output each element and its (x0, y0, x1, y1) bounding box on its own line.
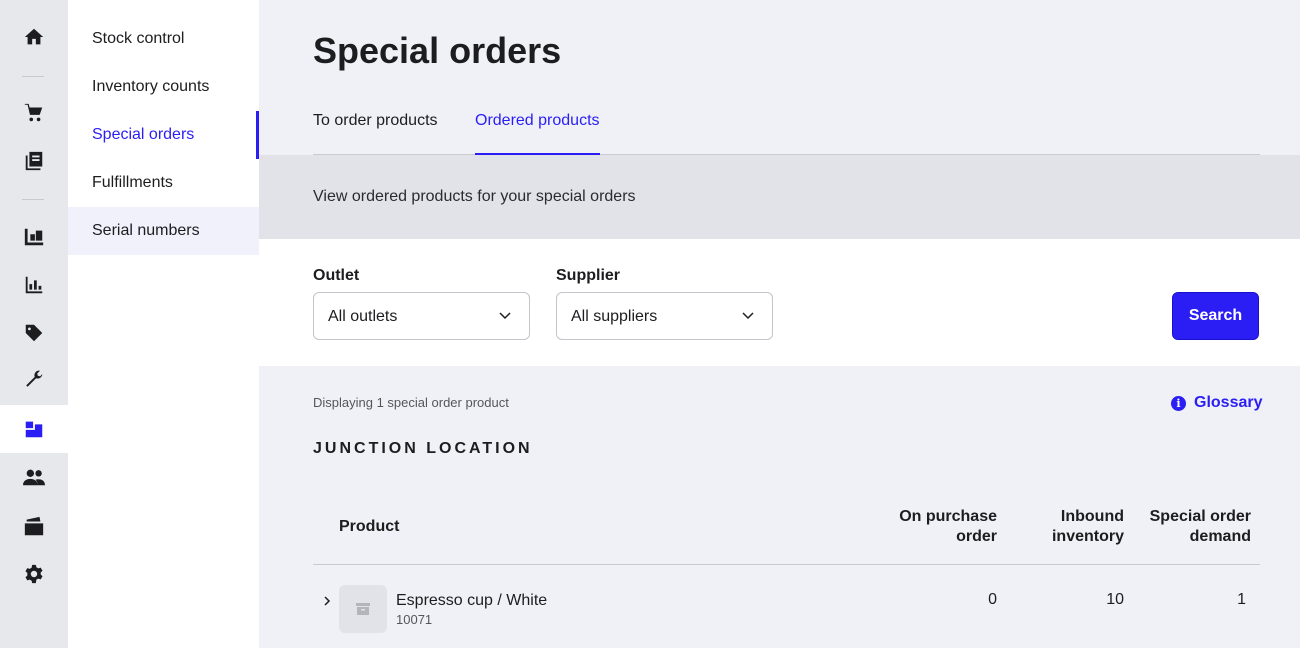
wrench-icon (26, 370, 43, 387)
inventory-icon (24, 228, 44, 246)
tab-ordered-products[interactable]: Ordered products (475, 112, 600, 156)
main-content: Special orders To order products Ordered… (259, 0, 1300, 648)
rail-item-home[interactable] (0, 13, 68, 61)
boxes-icon (25, 421, 43, 438)
cart-icon (24, 103, 43, 122)
rail-item-payments[interactable] (0, 503, 68, 551)
page-title: Special orders (313, 30, 562, 71)
tab-bar: To order products Ordered products (313, 112, 1260, 156)
rail-item-sell[interactable] (0, 89, 68, 137)
glossary-link[interactable]: i Glossary (1171, 393, 1262, 413)
outlet-label: Outlet (313, 267, 360, 284)
header-inbound-inventory: Inbound inventory (1052, 507, 1124, 547)
subnav-item-fulfillments[interactable]: Fulfillments (68, 159, 259, 207)
supplier-select-value: All suppliers (571, 308, 658, 325)
header-on-purchase-order-line1: On purchase (899, 508, 997, 525)
wallet-icon (24, 516, 44, 536)
filter-panel: Outlet All outlets Supplier All supplier… (259, 239, 1300, 366)
home-icon (24, 28, 44, 45)
settings-icon (25, 564, 43, 584)
header-special-order-demand: Special order demand (1150, 507, 1251, 547)
rail-item-inventory[interactable] (0, 213, 68, 261)
header-on-purchase-order-line2: order (956, 528, 997, 545)
table-header: Product On purchase order Inbound invent… (313, 492, 1260, 565)
results-count: Displaying 1 special order product (313, 395, 509, 410)
rail-item-settings[interactable] (0, 550, 68, 598)
register-icon (25, 151, 43, 171)
tag-icon (25, 324, 43, 342)
product-thumbnail (339, 585, 387, 633)
icon-rail (0, 0, 68, 648)
header-product: Product (339, 518, 400, 535)
header-inbound-inventory-line1: Inbound (1060, 508, 1124, 525)
table-row: Espresso cup / White 10071 0 10 1 (313, 565, 1260, 648)
customers-icon (23, 469, 45, 486)
reports-icon (25, 276, 43, 294)
supplier-select[interactable]: All suppliers (556, 292, 773, 340)
info-icon: i (1171, 395, 1186, 411)
supplier-label: Supplier (556, 267, 621, 284)
description-banner: View ordered products for your special o… (259, 155, 1300, 239)
rail-item-products[interactable] (0, 405, 68, 453)
rail-item-register[interactable] (0, 137, 68, 185)
chevron-down-icon (742, 312, 754, 320)
tab-to-order-products[interactable]: To order products (313, 112, 438, 155)
cell-special-order-demand: 1 (1237, 591, 1246, 608)
chevron-down-icon (499, 312, 511, 320)
search-button[interactable]: Search (1172, 292, 1259, 340)
header-special-order-demand-line2: demand (1189, 528, 1251, 545)
products-table: Product On purchase order Inbound invent… (313, 492, 1260, 648)
secondary-nav: Stock control Inventory counts Special o… (68, 0, 259, 648)
box-placeholder-icon (356, 603, 370, 615)
banner-text: View ordered products for your special o… (313, 188, 636, 205)
rail-item-customers[interactable] (0, 453, 68, 501)
header-special-order-demand-line1: Special order (1149, 508, 1251, 525)
rail-item-tools[interactable] (0, 355, 68, 403)
subnav-item-special-orders[interactable]: Special orders (68, 111, 259, 159)
chevron-right-icon[interactable] (321, 595, 333, 607)
cell-on-purchase-order: 0 (988, 591, 997, 608)
subnav-item-inventory-counts[interactable]: Inventory counts (68, 63, 259, 111)
product-name[interactable]: Espresso cup / White (396, 592, 547, 610)
rail-item-reports[interactable] (0, 261, 68, 309)
location-heading: JUNCTION LOCATION (313, 440, 533, 457)
cell-inbound-inventory: 10 (1106, 591, 1124, 608)
outlet-select[interactable]: All outlets (313, 292, 530, 340)
header-inbound-inventory-line2: inventory (1051, 528, 1124, 545)
glossary-label: Glossary (1194, 394, 1263, 411)
subnav-item-serial-numbers[interactable]: Serial numbers (68, 207, 259, 255)
header-on-purchase-order: On purchase order (899, 507, 997, 547)
rail-divider (22, 76, 44, 77)
rail-item-catalog[interactable] (0, 309, 68, 357)
subnav-item-stock-control[interactable]: Stock control (68, 15, 259, 63)
product-sku: 10071 (396, 612, 433, 627)
outlet-select-value: All outlets (328, 308, 398, 325)
rail-divider (22, 199, 44, 200)
